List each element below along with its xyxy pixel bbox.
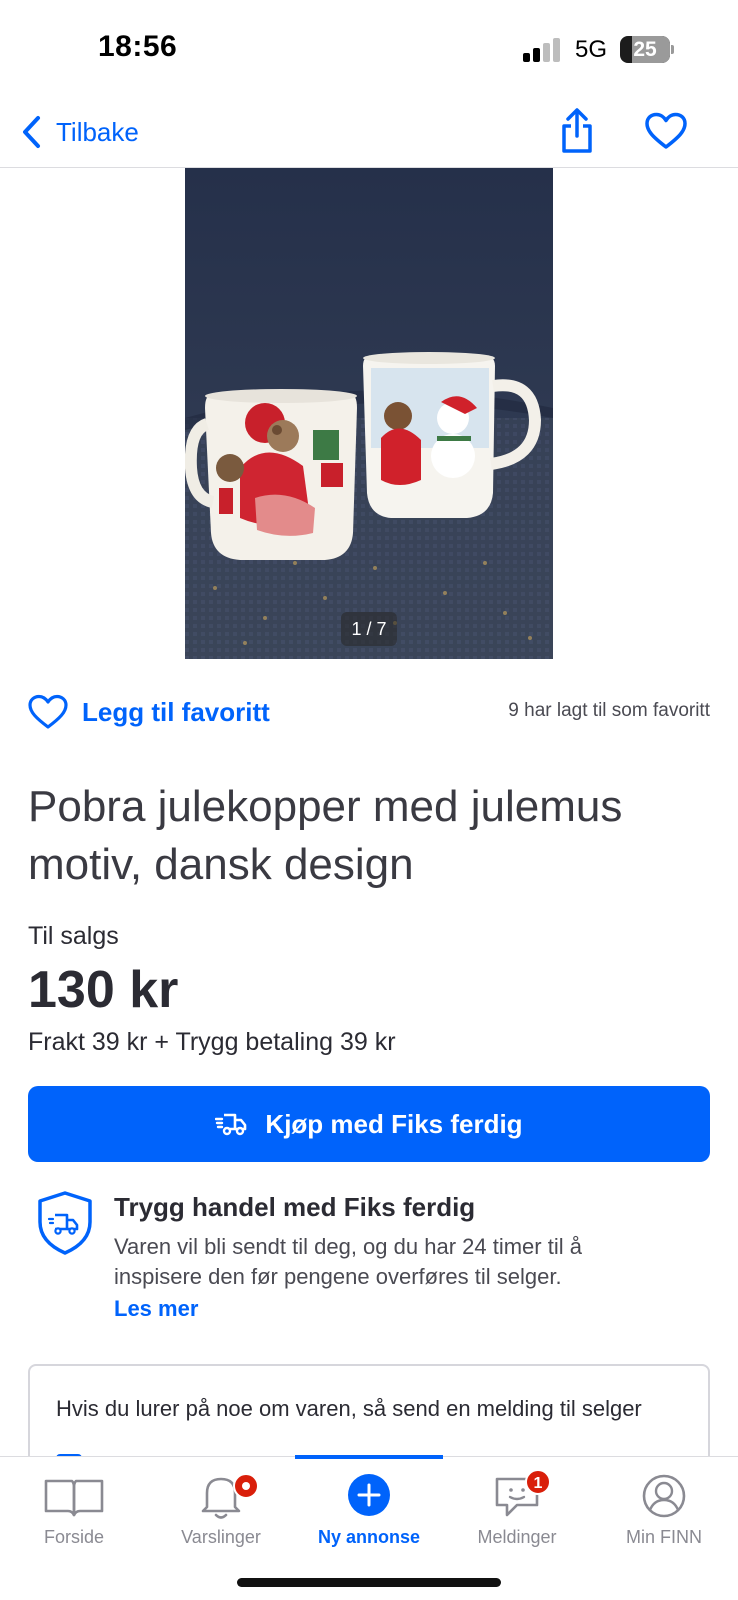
tab-forside[interactable]: Forside: [0, 1457, 148, 1557]
safe-trade-section: Trygg handel med Fiks ferdig Varen vil b…: [28, 1188, 710, 1328]
network-type: 5G: [575, 36, 608, 63]
user-circle-icon: [642, 1474, 686, 1518]
notification-dot-badge: [233, 1473, 259, 1499]
product-photo: [185, 168, 553, 659]
plus-circle-icon: [348, 1474, 390, 1516]
product-image[interactable]: [185, 168, 553, 659]
safe-trade-text: Varen vil bli sendt til deg, og du har 2…: [114, 1234, 582, 1289]
message-card-text: Hvis du lurer på noe om varen, så send e…: [56, 1396, 642, 1421]
battery-tip: [671, 45, 674, 54]
read-more-link[interactable]: Les mer: [114, 1296, 198, 1322]
share-icon[interactable]: [560, 108, 594, 154]
image-counter: 1 / 7: [341, 612, 397, 646]
shipping-info: Frakt 39 kr + Trygg betaling 39 kr: [28, 1028, 396, 1056]
heart-icon[interactable]: [644, 112, 688, 150]
tab-label: Forside: [43, 1527, 105, 1547]
tab-label: Min FINN: [626, 1527, 702, 1547]
add-favorite-button[interactable]: Legg til favoritt: [28, 690, 270, 734]
favorite-count: 9 har lagt til som favoritt: [508, 700, 710, 721]
status-bar: 18:56 5G 25: [0, 0, 738, 100]
back-button[interactable]: Tilbake: [20, 112, 139, 152]
home-indicator[interactable]: [237, 1578, 501, 1587]
status-time: 18:56: [98, 30, 178, 63]
tab-varslinger[interactable]: Varslinger: [147, 1457, 295, 1557]
tab-ny-annonse[interactable]: Ny annonse: [295, 1457, 443, 1557]
chevron-left-icon: [23, 116, 40, 148]
message-count-badge: 1: [525, 1469, 551, 1495]
sale-label: Til salgs: [28, 922, 119, 950]
book-icon: [44, 1479, 104, 1517]
listing-price: 130 kr: [28, 961, 179, 1019]
shield-truck-icon: [38, 1191, 92, 1255]
safe-trade-title: Trygg handel med Fiks ferdig: [114, 1192, 476, 1222]
favorite-row: Legg til favoritt 9 har lagt til som fav…: [28, 690, 710, 734]
tab-label: Varslinger: [181, 1527, 261, 1547]
add-favorite-label: Legg til favoritt: [82, 696, 270, 727]
battery-level: 25: [633, 38, 657, 61]
tab-meldinger[interactable]: 1 Meldinger: [443, 1457, 591, 1557]
top-nav-bar: Tilbake: [0, 100, 738, 168]
buy-button-label: Kjøp med Fiks ferdig: [265, 1108, 523, 1139]
tab-label: Meldinger: [477, 1527, 557, 1547]
signal-icon: [523, 38, 563, 62]
heart-icon: [28, 694, 68, 729]
buy-button[interactable]: Kjøp med Fiks ferdig: [28, 1086, 710, 1162]
back-label: Tilbake: [56, 116, 139, 147]
battery-icon: 25: [620, 36, 670, 63]
listing-title: Pobra julekopper med julemus motiv, dans…: [28, 782, 623, 889]
tab-min-finn[interactable]: Min FINN: [590, 1457, 738, 1557]
delivery-truck-icon: [215, 1113, 247, 1136]
tab-label: Ny annonse: [317, 1527, 421, 1547]
